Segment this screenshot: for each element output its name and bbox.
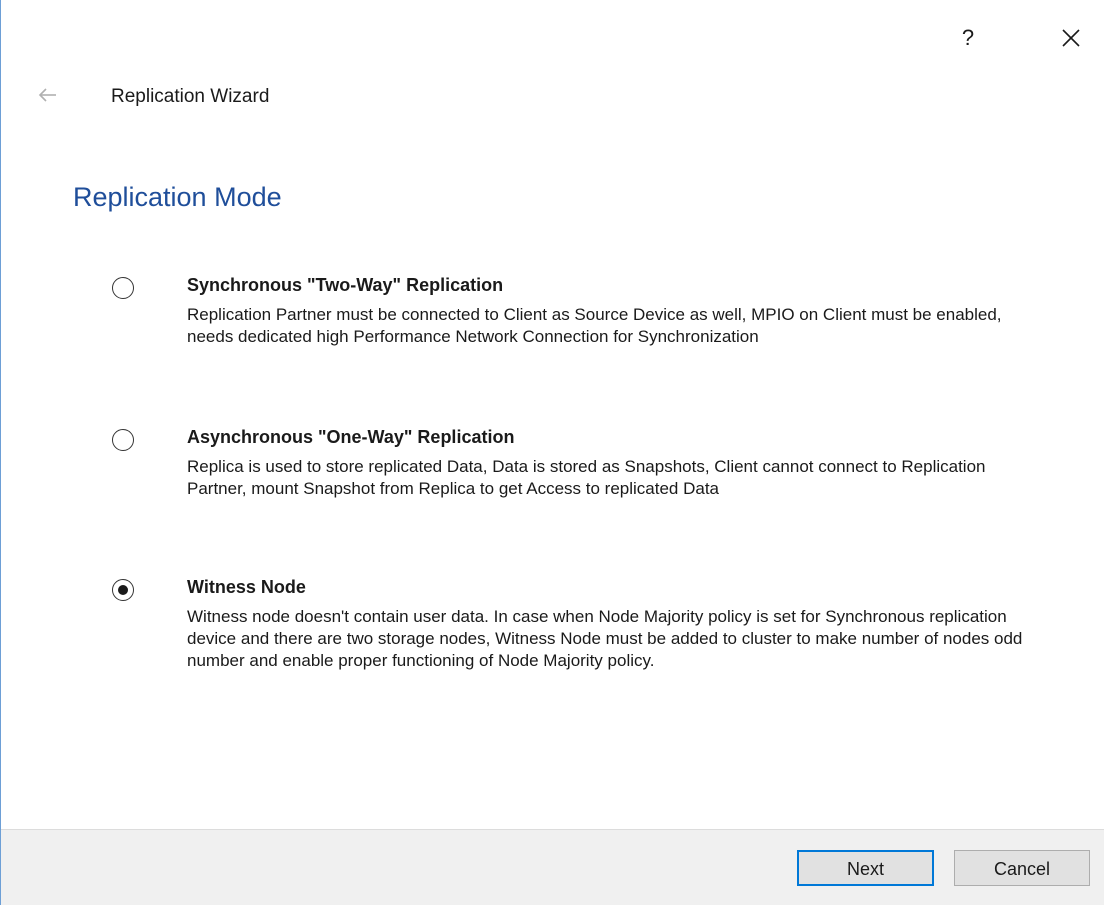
option-title: Witness Node [187, 577, 306, 597]
next-button[interactable]: Next [797, 850, 934, 886]
option-asynchronous[interactable]: Asynchronous "One-Way" Replication Repli… [109, 427, 1049, 537]
help-icon[interactable]: ? [956, 22, 980, 54]
wizard-title: Replication Wizard [111, 86, 270, 107]
option-description: Replication Partner must be connected to… [187, 305, 1002, 346]
option-title: Asynchronous "One-Way" Replication [187, 427, 515, 447]
page-heading: Replication Mode [73, 182, 282, 212]
footer-bar: Next Cancel [1, 829, 1104, 905]
close-icon[interactable] [1057, 24, 1085, 52]
wizard-window: ? Replication Wizard Replication Mode Sy… [0, 0, 1104, 905]
radio-selected-dot [118, 585, 128, 595]
option-witness-node[interactable]: Witness Node Witness node doesn't contai… [109, 577, 1049, 712]
radio-asynchronous[interactable] [112, 429, 134, 451]
radio-synchronous[interactable] [112, 277, 134, 299]
option-description: Witness node doesn't contain user data. … [187, 607, 1023, 670]
back-arrow-icon[interactable] [37, 84, 59, 106]
option-title: Synchronous "Two-Way" Replication [187, 275, 504, 295]
cancel-button[interactable]: Cancel [954, 850, 1090, 886]
radio-witness-node[interactable] [112, 579, 134, 601]
option-synchronous[interactable]: Synchronous "Two-Way" Replication Replic… [109, 275, 1049, 385]
option-description: Replica is used to store replicated Data… [187, 457, 986, 498]
